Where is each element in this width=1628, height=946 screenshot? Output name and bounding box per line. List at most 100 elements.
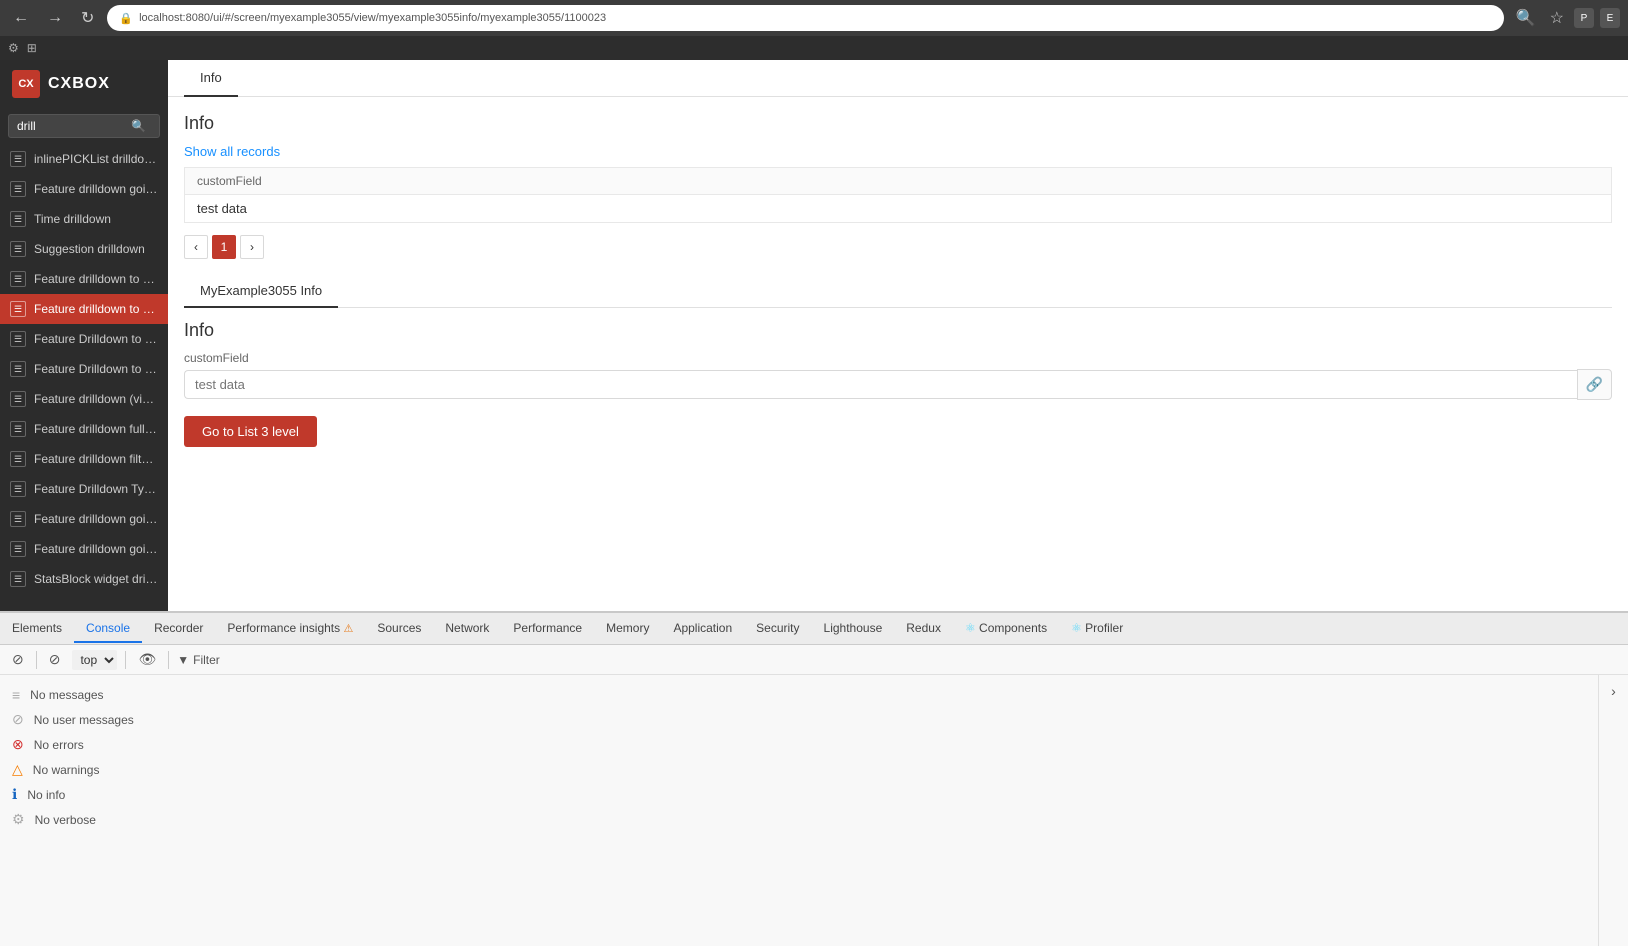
sidebar-item-icon: ☰ — [10, 241, 26, 257]
sidebar-item[interactable]: ☰Feature drilldown filter gr — [0, 444, 168, 474]
sidebar-item[interactable]: ☰Feature drilldown going b — [0, 174, 168, 204]
sidebar-item[interactable]: ☰Time drilldown — [0, 204, 168, 234]
sub-tabs: MyExample3055 Info — [184, 275, 1612, 308]
current-page-button[interactable]: 1 — [212, 235, 236, 259]
console-message: △No warnings — [0, 757, 1598, 782]
extension-icon[interactable]: E — [1600, 8, 1620, 28]
logo-icon: CX — [12, 70, 40, 98]
toolbar-divider-3 — [168, 651, 169, 669]
sidebar-items-list: ☰inlinePICKList drilldown☰Feature drilld… — [0, 144, 168, 611]
react-icon: ⚛ — [1071, 621, 1082, 635]
sidebar-item-icon: ☰ — [10, 301, 26, 317]
sidebar-item-label: Feature drilldown going b — [34, 542, 158, 556]
sidebar-item[interactable]: ☰Feature drilldown to scre — [0, 264, 168, 294]
devtools-tab-lighthouse[interactable]: Lighthouse — [812, 615, 895, 643]
app-layout: CX CXBOX 🔍 ☰inlinePICKList drilldown☰Fea… — [0, 60, 1628, 611]
devtools-tab-recorder[interactable]: Recorder — [142, 615, 215, 643]
zoom-button[interactable]: 🔍 — [1512, 6, 1540, 30]
sidebar-item[interactable]: ☰ Feature drilldown to othe — [0, 294, 168, 324]
devtools-tab-performance-insights[interactable]: Performance insights ⚠ — [215, 615, 365, 643]
tab-myexample3055-info[interactable]: MyExample3055 Info — [184, 275, 338, 308]
back-button[interactable]: ← — [8, 7, 34, 29]
context-select[interactable]: top — [72, 650, 117, 670]
ext-icon-1[interactable]: ⚙ — [8, 41, 19, 55]
clear-console-icon[interactable]: ⊘ — [8, 649, 28, 670]
sidebar-item[interactable]: ☰StatsBlock widget drilldo — [0, 564, 168, 594]
sidebar-item-label: Feature Drilldown to view — [34, 332, 158, 346]
sidebar-item-label: Feature drilldown to othe — [34, 302, 158, 316]
sidebar-search-container: 🔍 — [0, 108, 168, 144]
devtools-tab-sources[interactable]: Sources — [365, 615, 433, 643]
sidebar-item[interactable]: ☰Suggestion drilldown — [0, 234, 168, 264]
tab-info[interactable]: Info — [184, 60, 238, 97]
pagination: ‹ 1 › — [184, 235, 1612, 259]
console-message: ℹNo info — [0, 782, 1598, 807]
devtools-tab-security[interactable]: Security — [744, 615, 811, 643]
sidebar-item[interactable]: ☰Feature Drilldown to view — [0, 354, 168, 384]
sidebar-item-label: Time drilldown — [34, 212, 111, 226]
info-section-title: Info — [184, 113, 1612, 134]
block-icon[interactable]: ⊘ — [45, 649, 65, 670]
next-page-button[interactable]: › — [240, 235, 264, 259]
sidebar-item-icon: ☰ — [10, 331, 26, 347]
sidebar-item[interactable]: ☰Feature drilldown going f — [0, 504, 168, 534]
field-label: customField — [184, 351, 1612, 365]
console-text: No info — [27, 788, 65, 802]
devtools-tab-performance[interactable]: Performance — [501, 615, 594, 643]
toolbar-divider-2 — [125, 651, 126, 669]
bookmark-button[interactable]: ☆ — [1546, 6, 1568, 30]
sidebar-item[interactable]: ☰inlinePICKList drilldown — [0, 144, 168, 174]
sidebar-logo: CX CXBOX — [0, 60, 168, 108]
console-text: No user messages — [34, 713, 134, 727]
search-icon: 🔍 — [131, 119, 146, 133]
eye-icon[interactable]: 👁 — [134, 649, 160, 670]
toolbar-divider-1 — [36, 651, 37, 669]
address-bar[interactable]: 🔒 localhost:8080/ui/#/screen/myexample30… — [107, 5, 1503, 31]
prev-page-button[interactable]: ‹ — [184, 235, 208, 259]
console-text: No errors — [34, 738, 84, 752]
devtools-tab-profiler[interactable]: ⚛ Profiler — [1059, 615, 1135, 643]
reload-button[interactable]: ↻ — [76, 6, 99, 30]
sidebar-item-label: Feature drilldown going b — [34, 182, 158, 196]
devtools-tab-console[interactable]: Console — [74, 615, 142, 643]
extension-bar: ⚙ ⊞ — [0, 36, 1628, 60]
filter-icon: ▼ — [177, 653, 189, 667]
console-text: No warnings — [33, 763, 100, 777]
search-wrap: 🔍 — [8, 114, 160, 138]
lock-icon: 🔒 — [119, 12, 133, 25]
ext-icon-2[interactable]: ⊞ — [27, 41, 37, 55]
devtools-tab-components[interactable]: ⚛ Components — [953, 615, 1059, 643]
main-content: Info Info Show all records customField t… — [168, 60, 1628, 611]
sidebar-item-icon: ☰ — [10, 451, 26, 467]
devtools-tab-memory[interactable]: Memory — [594, 615, 661, 643]
table-header: customField — [184, 167, 1612, 194]
forward-button[interactable]: → — [42, 7, 68, 29]
filter-button[interactable]: ▼ Filter — [177, 653, 220, 667]
go-to-list-button[interactable]: Go to List 3 level — [184, 416, 317, 447]
sidebar-item[interactable]: ☰Feature drilldown fullText — [0, 414, 168, 444]
browser-actions: 🔍 ☆ P E — [1512, 6, 1620, 30]
react-icon: ⚛ — [965, 621, 976, 635]
main-tabs: Info — [168, 60, 1628, 97]
sidebar-item[interactable]: ☰Feature drilldown going b — [0, 534, 168, 564]
devtools-tab-network[interactable]: Network — [433, 615, 501, 643]
show-all-records-link[interactable]: Show all records — [184, 144, 280, 159]
devtools-toolbar: ⊘ ⊘ top 👁 ▼ Filter — [0, 645, 1628, 675]
console-icon: ⊗ — [12, 736, 24, 753]
custom-field-input[interactable] — [184, 370, 1577, 399]
profile-icon[interactable]: P — [1574, 8, 1594, 28]
browser-chrome: ← → ↻ 🔒 localhost:8080/ui/#/screen/myexa… — [0, 0, 1628, 36]
sidebar-item-icon: ☰ — [10, 571, 26, 587]
sidebar-item[interactable]: ☰Feature drilldown (visuall — [0, 384, 168, 414]
sidebar-item-label: Feature Drilldown to view — [34, 362, 158, 376]
console-message: ⊗ No errors — [0, 732, 1598, 757]
devtools-tab-elements[interactable]: Elements — [0, 615, 74, 643]
expand-arrow-icon[interactable]: › — [1607, 679, 1620, 703]
sidebar-item-label: inlinePICKList drilldown — [34, 152, 158, 166]
link-icon[interactable]: 🔗 — [1577, 369, 1612, 400]
sidebar-item[interactable]: ☰Feature Drilldown Types — [0, 474, 168, 504]
devtools-tab-application[interactable]: Application — [661, 615, 744, 643]
sidebar-item[interactable]: ☰ Feature Drilldown to view — [0, 324, 168, 354]
form-section-title: Info — [184, 320, 1612, 341]
devtools-tab-redux[interactable]: Redux — [894, 615, 953, 643]
